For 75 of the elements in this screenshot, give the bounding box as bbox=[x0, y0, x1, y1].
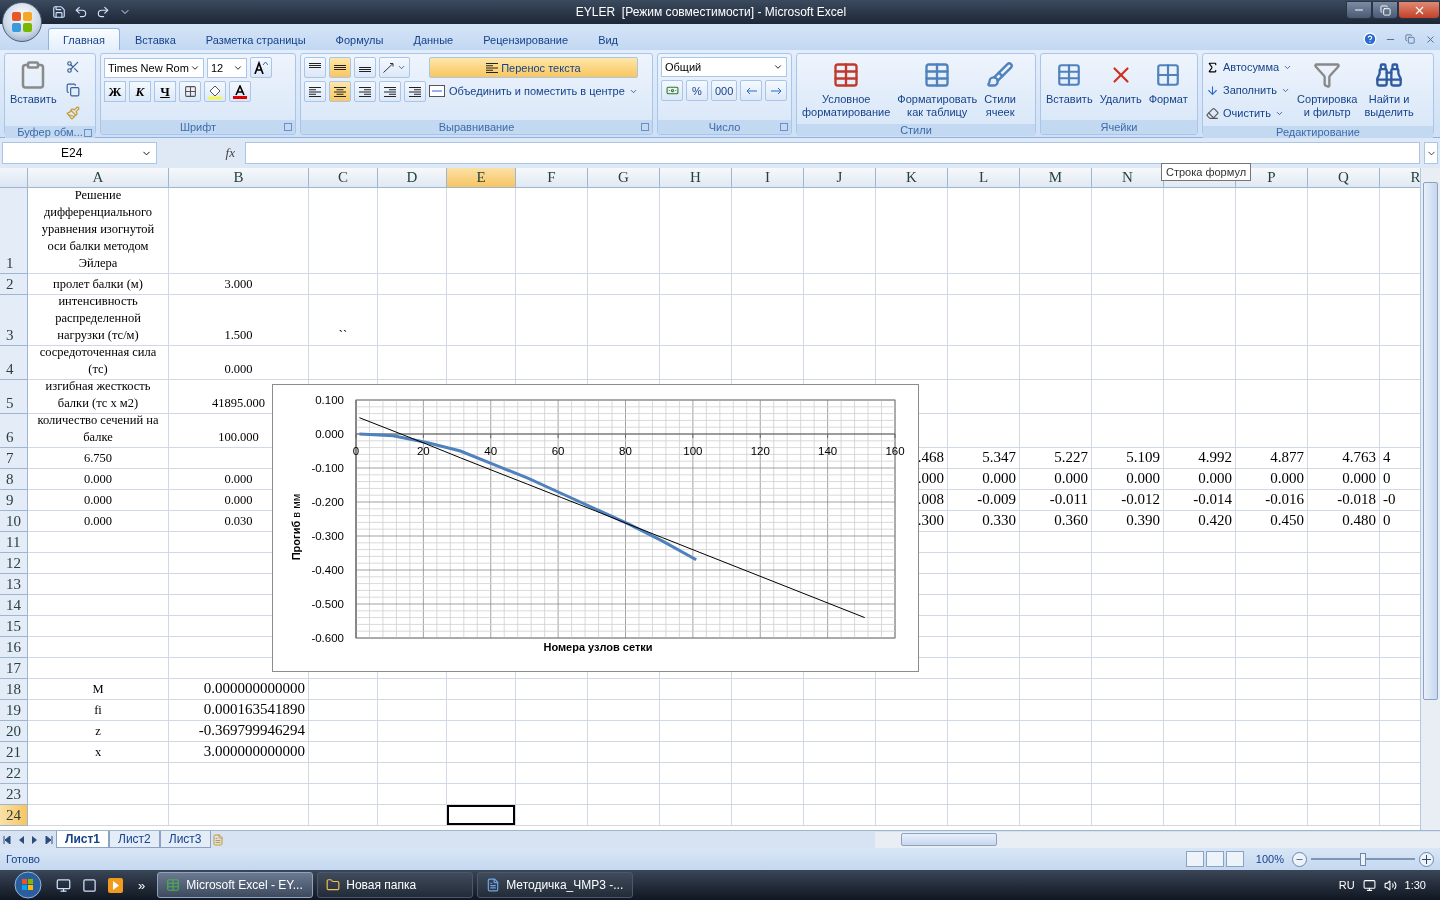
tick-label: 0.000 bbox=[315, 428, 344, 440]
tick-label: -0.300 bbox=[311, 530, 344, 542]
table-cell: 0.000163541890 bbox=[169, 700, 309, 721]
tick-label: 40 bbox=[484, 445, 498, 457]
table-cell: x bbox=[28, 742, 169, 763]
table-cell: -0.018 bbox=[1308, 490, 1380, 511]
table-cell: fi bbox=[28, 700, 169, 721]
group-title: Ячейки bbox=[1100, 121, 1138, 133]
table-cell: 0.000 bbox=[28, 469, 169, 490]
group-title: Число bbox=[708, 121, 741, 133]
zoom-level: 100% bbox=[1255, 853, 1284, 865]
table-cell: 0.480 bbox=[1308, 511, 1380, 532]
table-cell: 5.109 bbox=[1092, 448, 1164, 469]
tick-label: 20 bbox=[417, 445, 430, 457]
table-cell: 4.992 bbox=[1164, 448, 1236, 469]
tick-label: -0.600 bbox=[311, 632, 344, 644]
table-cell: 4.763 bbox=[1308, 448, 1380, 469]
table-cell: 6.750 bbox=[28, 448, 169, 469]
table-cell: 0.000 bbox=[28, 511, 169, 532]
table-cell: -0.011 bbox=[1020, 490, 1092, 511]
tick-label: -0.200 bbox=[311, 496, 344, 508]
table-cell: сосредоточенная сила (тс) bbox=[28, 346, 169, 380]
table-cell: 1.500 bbox=[169, 295, 309, 346]
tick-label: -0.100 bbox=[311, 462, 344, 474]
table-cell: количество сечений на балке bbox=[28, 414, 169, 448]
table-cell: 0.330 bbox=[948, 511, 1020, 532]
tick-label: 80 bbox=[619, 445, 632, 457]
table-cell: изгибная жесткость балки (тс х м2) bbox=[28, 380, 169, 414]
table-cell: 4.877 bbox=[1236, 448, 1308, 469]
group-title: Буфер обм... bbox=[17, 126, 83, 138]
group-title: Стили bbox=[900, 124, 932, 136]
tooltip: Строка формул bbox=[1161, 163, 1252, 181]
status-text: Готово bbox=[6, 853, 41, 865]
tick-label: 120 bbox=[750, 445, 770, 457]
tick-label: -0.500 bbox=[311, 598, 344, 610]
table-cell: 0.000 bbox=[1092, 469, 1164, 490]
group-title: Шрифт bbox=[179, 121, 217, 133]
table-cell: -0.014 bbox=[1164, 490, 1236, 511]
table-cell: 0.000 bbox=[948, 469, 1020, 490]
tick-label: -0.400 bbox=[311, 564, 344, 576]
table-cell: 0.360 bbox=[1020, 511, 1092, 532]
table-cell: 5.347 bbox=[948, 448, 1020, 469]
table-cell: 3.000 bbox=[169, 274, 309, 295]
table-cell: 0.450 bbox=[1236, 511, 1308, 532]
table-cell: 0.000 bbox=[1308, 469, 1380, 490]
table-cell: 0.390 bbox=[1092, 511, 1164, 532]
table-cell: -0.369799946294 bbox=[169, 721, 309, 742]
table-cell: -0.012 bbox=[1092, 490, 1164, 511]
table-cell: 0.000 bbox=[1236, 469, 1308, 490]
tick-label: 100 bbox=[683, 445, 703, 457]
table-cell: 0.420 bbox=[1164, 511, 1236, 532]
axis-title: Номера узлов сетки bbox=[542, 641, 654, 653]
table-cell: z bbox=[28, 721, 169, 742]
table-cell: 0.000000000000 bbox=[169, 679, 309, 700]
table-cell: интенсивность распределенной нагрузки (тс/м) bbox=[28, 295, 169, 346]
tick-label: 160 bbox=[885, 445, 905, 457]
table-cell: 0.000 bbox=[28, 490, 169, 511]
tick-label: 0.100 bbox=[315, 394, 344, 406]
table-cell: -0.016 bbox=[1236, 490, 1308, 511]
group-title: Выравнивание bbox=[438, 121, 515, 133]
table-cell: 0.000 bbox=[1164, 469, 1236, 490]
window-title: EYLER [Режим совместимости] - Microsoft Excel bbox=[574, 5, 848, 19]
table-cell: пролет балки (м) bbox=[28, 274, 169, 295]
group-title: Редактирование bbox=[1276, 126, 1360, 138]
clock: 1:30 bbox=[1404, 879, 1426, 891]
table-cell: `` bbox=[309, 295, 378, 346]
tick-label: 60 bbox=[551, 445, 565, 457]
table-cell: 3.000000000000 bbox=[169, 742, 309, 763]
table-cell: M bbox=[28, 679, 169, 700]
table-cell: -0.009 bbox=[948, 490, 1020, 511]
table-cell: 0.000 bbox=[1020, 469, 1092, 490]
table-cell: 5.227 bbox=[1020, 448, 1092, 469]
tick-label: 140 bbox=[818, 445, 838, 457]
tick-label: 0 bbox=[352, 445, 360, 457]
table-cell: 0.000 bbox=[169, 346, 309, 380]
